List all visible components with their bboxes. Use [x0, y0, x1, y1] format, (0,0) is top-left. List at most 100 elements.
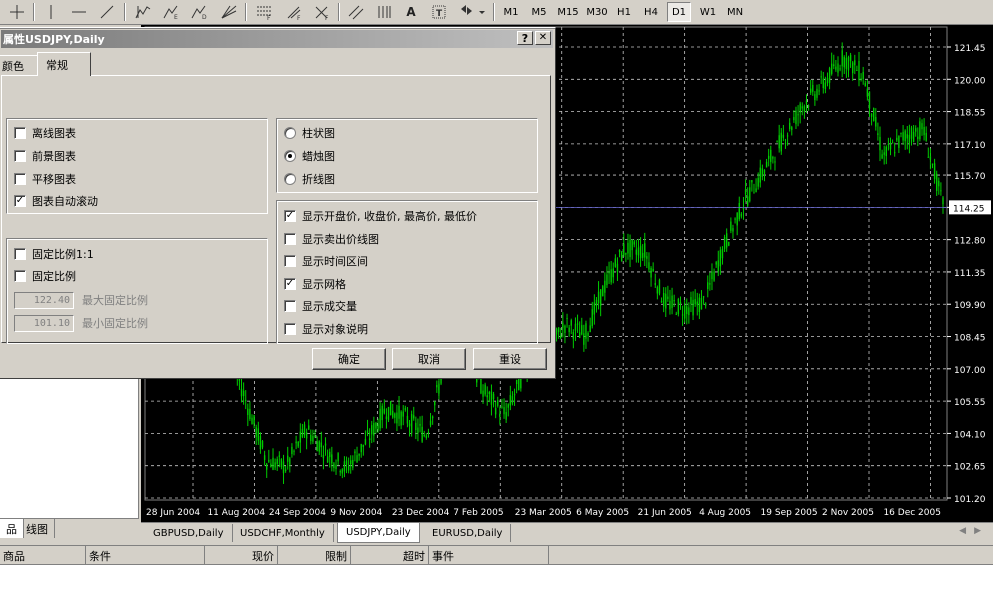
- y-tick-label: 101.20: [954, 495, 986, 505]
- text-tool-icon[interactable]: A: [400, 1, 422, 23]
- radio-button-selected[interactable]: [284, 150, 296, 162]
- col-event[interactable]: 事件: [429, 546, 549, 565]
- timeframe-m1[interactable]: M1: [499, 2, 523, 22]
- fibonacci-timezones-icon[interactable]: F: [310, 1, 334, 23]
- fixed-min-input[interactable]: 101.10: [14, 314, 74, 332]
- timeframe-h1[interactable]: H1: [612, 2, 636, 22]
- option-label: 显示成交量: [302, 300, 357, 313]
- candle-body: [820, 76, 822, 78]
- option-show-volume[interactable]: 显示成交量: [284, 298, 357, 314]
- fixed-max-label: 最大固定比例: [82, 294, 148, 307]
- candle-body: [410, 414, 413, 434]
- checkbox[interactable]: [284, 300, 296, 312]
- timeframe-m15[interactable]: M15: [554, 2, 582, 22]
- tab-general[interactable]: 常规: [37, 52, 91, 76]
- fibonacci-retracement-icon[interactable]: E: [159, 1, 183, 23]
- option-foreground-chart[interactable]: 前景图表: [14, 148, 76, 164]
- candle-body: [326, 456, 329, 463]
- radio-button[interactable]: [284, 173, 296, 185]
- candle-body: [324, 443, 327, 446]
- candle-body: [425, 435, 428, 438]
- timeframe-m30[interactable]: M30: [583, 2, 611, 22]
- chart-tab-eurusd[interactable]: EURUSD,Daily: [424, 524, 512, 542]
- option-show-period-separators[interactable]: 显示时间区间: [284, 253, 368, 269]
- option-show-ohlc[interactable]: ✓ 显示开盘价, 收盘价, 最高价, 最低价: [284, 208, 477, 224]
- candle-body: [368, 438, 371, 441]
- dialog-titlebar[interactable]: 属性USDJPY,Daily ? ✕: [1, 30, 553, 48]
- chart-window-tabs: GBPUSD,Daily USDCHF,Monthly USDJPY,Daily…: [141, 522, 993, 543]
- checkbox-checked[interactable]: ✓: [284, 210, 296, 222]
- checkbox[interactable]: [284, 323, 296, 335]
- checkbox[interactable]: [14, 270, 26, 282]
- close-button[interactable]: ✕: [535, 31, 551, 45]
- candle-body: [669, 300, 671, 310]
- radio-button[interactable]: [284, 127, 296, 139]
- col-price[interactable]: 现价: [205, 546, 278, 565]
- tab-colors[interactable]: 颜色: [0, 55, 39, 76]
- navigator-tab-charts[interactable]: 线图: [20, 519, 55, 538]
- fixed-max-input[interactable]: 122.40: [14, 291, 74, 309]
- reset-button[interactable]: 重设: [473, 348, 547, 370]
- option-auto-scroll[interactable]: ✓ 图表自动滚动: [14, 193, 98, 209]
- chart-tab-usdjpy[interactable]: USDJPY,Daily: [337, 523, 420, 543]
- col-symbol[interactable]: 商品: [0, 546, 86, 565]
- option-chart-shift[interactable]: 平移图表: [14, 171, 76, 187]
- checkbox-checked[interactable]: ✓: [284, 278, 296, 290]
- checkbox[interactable]: [14, 248, 26, 260]
- checkbox[interactable]: [14, 173, 26, 185]
- candle-body: [812, 85, 814, 92]
- tab-scroll-arrows[interactable]: ◀▶: [959, 526, 989, 536]
- trendline-icon[interactable]: [96, 1, 118, 23]
- candle-body: [402, 411, 404, 417]
- timeframe-w1[interactable]: W1: [696, 2, 720, 22]
- option-candlestick[interactable]: 蜡烛图: [284, 148, 335, 164]
- cancel-button[interactable]: 取消: [392, 348, 466, 370]
- candle-body: [690, 297, 692, 305]
- equidistant-channel-icon[interactable]: [344, 1, 368, 23]
- option-show-grid[interactable]: ✓ 显示网格: [284, 276, 346, 292]
- timeframe-h4[interactable]: H4: [639, 2, 663, 22]
- timeframe-d1[interactable]: D1: [667, 2, 691, 22]
- option-show-object-descriptions[interactable]: 显示对象说明: [284, 321, 368, 337]
- fibonacci-fan-icon[interactable]: D: [187, 1, 211, 23]
- chart-tab-usdchf[interactable]: USDCHF,Monthly: [232, 524, 334, 542]
- alerts-header: 商品 条件 现价 限制 超时 事件: [0, 546, 993, 565]
- crosshair-icon[interactable]: [6, 1, 28, 23]
- option-fixed-scale[interactable]: 固定比例: [14, 268, 76, 284]
- timeframe-mn[interactable]: MN: [723, 2, 747, 22]
- option-label: 离线图表: [32, 127, 76, 140]
- candle-body: [671, 295, 673, 309]
- fibonacci-levels-icon[interactable]: F: [252, 1, 276, 23]
- option-line-chart[interactable]: 折线图: [284, 171, 335, 187]
- chart-tab-gbpusd[interactable]: GBPUSD,Daily: [145, 524, 233, 542]
- checkbox[interactable]: [284, 233, 296, 245]
- option-offline-chart[interactable]: 离线图表: [14, 125, 76, 141]
- checkbox[interactable]: [14, 127, 26, 139]
- col-limit[interactable]: 限制: [278, 546, 351, 565]
- checkbox[interactable]: [14, 150, 26, 162]
- cycle-lines-icon[interactable]: [372, 1, 396, 23]
- option-show-ask-line[interactable]: 显示卖出价线图: [284, 231, 379, 247]
- andrews-pitchfork-icon[interactable]: [131, 1, 155, 23]
- option-fixed-scale-1-1[interactable]: 固定比例1:1: [14, 246, 94, 262]
- arrows-dropdown-icon[interactable]: [456, 1, 488, 23]
- candle-body: [725, 233, 728, 248]
- ok-button[interactable]: 确定: [312, 348, 386, 370]
- option-bar-chart[interactable]: 柱状图: [284, 125, 335, 141]
- col-condition[interactable]: 条件: [86, 546, 205, 565]
- horizontal-line-icon[interactable]: [68, 1, 90, 23]
- fibonacci-arcs-icon[interactable]: F: [282, 1, 306, 23]
- candle-body: [757, 177, 759, 187]
- timeframe-m5[interactable]: M5: [527, 2, 551, 22]
- text-label-icon[interactable]: T: [428, 1, 450, 23]
- col-timeout[interactable]: 超时: [351, 546, 429, 565]
- candle-body: [835, 66, 837, 70]
- checkbox-checked[interactable]: ✓: [14, 195, 26, 207]
- help-button[interactable]: ?: [517, 31, 533, 45]
- candle-body: [438, 383, 440, 394]
- gann-fan-icon[interactable]: [217, 1, 241, 23]
- navigator-panel: [0, 378, 139, 522]
- vertical-line-icon[interactable]: [40, 1, 62, 23]
- general-tab-page: 离线图表 前景图表 平移图表 ✓ 图表自动滚动 固定比例1:1 固定比例 122.…: [1, 75, 551, 344]
- checkbox[interactable]: [284, 255, 296, 267]
